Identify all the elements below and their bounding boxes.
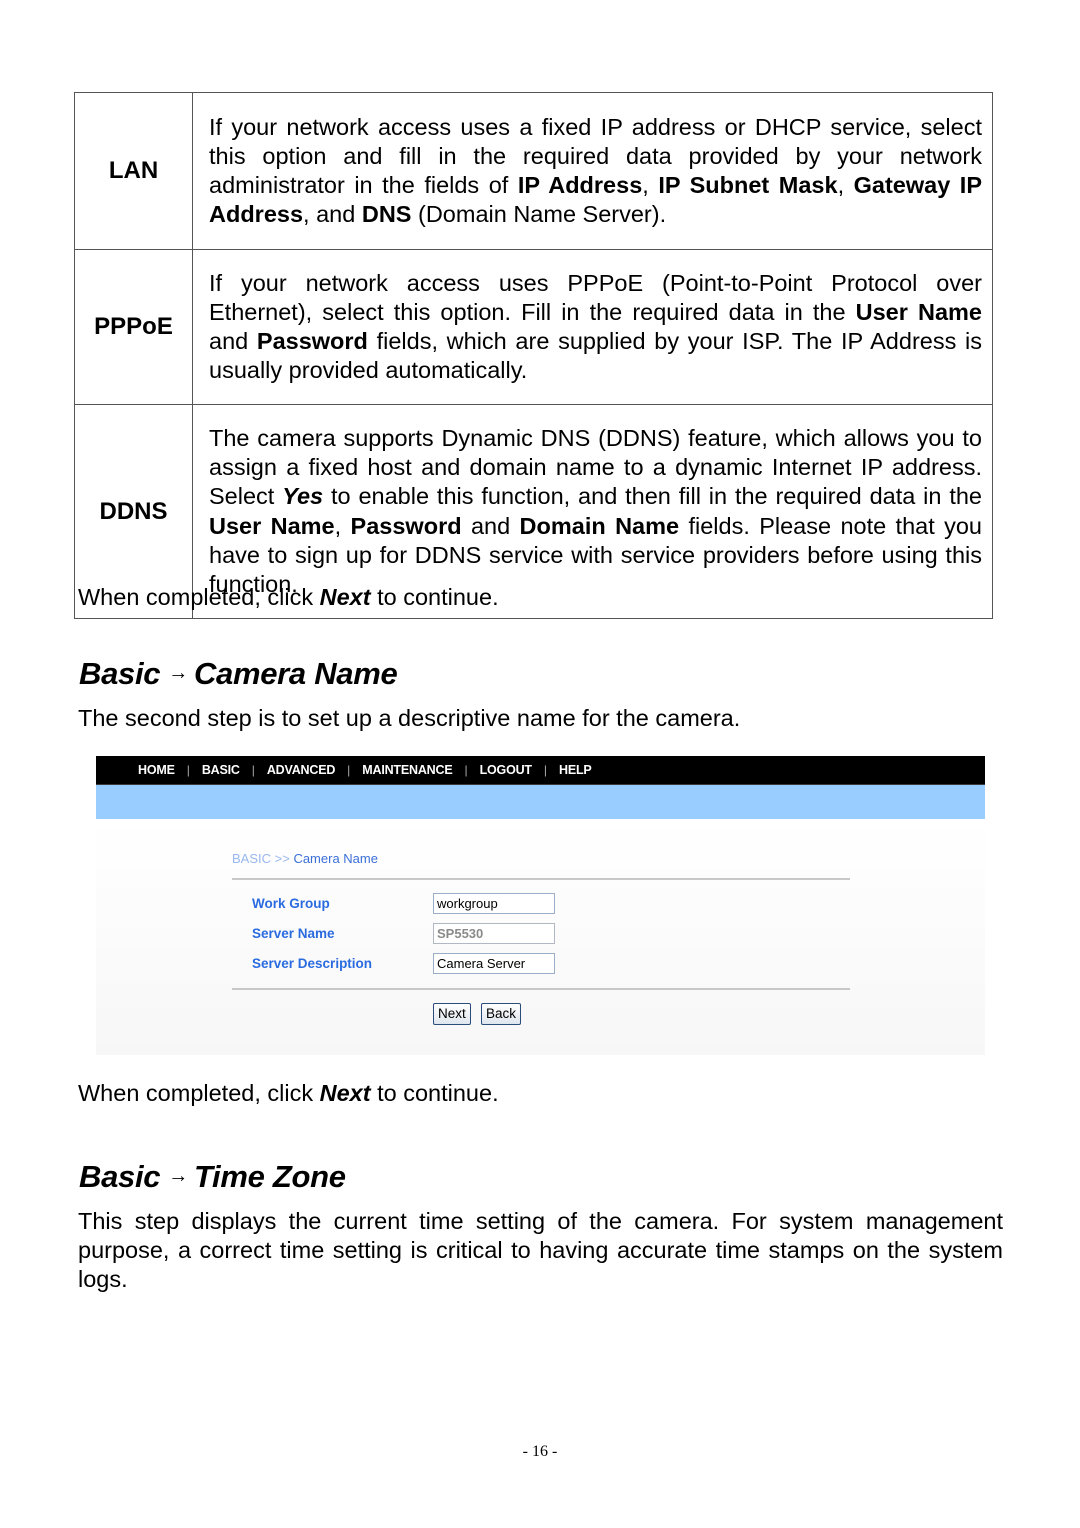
time-zone-intro: This step displays the current time sett… bbox=[78, 1208, 1003, 1292]
arrow-right-icon: → bbox=[168, 1165, 188, 1187]
option-term: PPPoE bbox=[74, 249, 193, 405]
work-group-label: Work Group bbox=[252, 896, 330, 911]
nav-home[interactable]: HOME bbox=[138, 763, 175, 777]
emphasized-term: User Name bbox=[855, 298, 982, 325]
page-number: - 16 - bbox=[522, 1443, 558, 1460]
nav-logout[interactable]: LOGOUT bbox=[480, 763, 532, 777]
work-group-input[interactable] bbox=[433, 893, 555, 914]
text-run: to enable this function, and then fill i… bbox=[323, 483, 983, 510]
top-nav-bar: HOME | BASIC | ADVANCED | MAINTENANCE | … bbox=[96, 756, 985, 784]
breadcrumb: BASIC >> Camera Name bbox=[232, 851, 378, 866]
text-run: , and bbox=[303, 201, 362, 228]
text-run: , bbox=[642, 172, 659, 198]
nav-separator: | bbox=[464, 763, 468, 777]
nav-separator: | bbox=[543, 763, 547, 777]
text-run: and bbox=[209, 328, 257, 354]
network-options-table: LAN If your network access uses a fixed … bbox=[74, 92, 993, 619]
next-emphasis: Next bbox=[319, 584, 371, 610]
option-description: If your network access uses a fixed IP a… bbox=[192, 92, 993, 250]
option-term: LAN bbox=[74, 92, 193, 250]
emphasized-term: Password bbox=[350, 512, 462, 539]
table-row-pppoe: PPPoE If your network access uses PPPoE … bbox=[74, 249, 993, 405]
divider bbox=[232, 988, 850, 990]
server-name-input bbox=[433, 923, 555, 944]
nav-separator: | bbox=[251, 763, 255, 777]
next-button[interactable]: Next bbox=[433, 1003, 471, 1025]
completed-instruction-1: When completed, click Next to continue. bbox=[78, 584, 499, 610]
emphasized-term: Password bbox=[256, 328, 368, 354]
emphasized-term: Yes bbox=[282, 483, 324, 510]
emphasized-term: User Name bbox=[209, 512, 335, 539]
divider bbox=[232, 878, 850, 880]
server-description-label: Server Description bbox=[252, 956, 373, 971]
breadcrumb-root[interactable]: BASIC bbox=[232, 851, 271, 866]
nav-basic[interactable]: BASIC bbox=[202, 763, 240, 777]
camera-name-intro: The second step is to set up a descripti… bbox=[78, 705, 741, 731]
next-emphasis: Next bbox=[319, 1080, 371, 1106]
text-run: , bbox=[837, 172, 854, 198]
nav-separator: | bbox=[186, 763, 190, 777]
breadcrumb-current: Camera Name bbox=[293, 851, 378, 866]
nav-help[interactable]: HELP bbox=[559, 763, 592, 777]
completed-instruction-2: When completed, click Next to continue. bbox=[78, 1080, 499, 1106]
camera-name-form: BASIC >> Camera Name Work Group Server N… bbox=[96, 819, 985, 1055]
breadcrumb-separator: >> bbox=[271, 851, 294, 866]
section-heading-camera-name: Basic → Camera Name bbox=[79, 656, 398, 691]
back-button[interactable]: Back bbox=[481, 1003, 522, 1025]
text-run: , bbox=[334, 512, 351, 539]
manual-page: LAN If your network access uses a fixed … bbox=[0, 0, 1080, 1528]
nav-separator: | bbox=[347, 763, 351, 777]
emphasized-term: IP Address bbox=[517, 172, 643, 198]
arrow-right-icon: → bbox=[168, 662, 188, 684]
server-description-input[interactable] bbox=[433, 953, 555, 974]
header-banner bbox=[96, 784, 985, 819]
section-heading-time-zone: Basic → Time Zone bbox=[79, 1159, 346, 1194]
server-name-label: Server Name bbox=[252, 926, 335, 941]
emphasized-term: DNS bbox=[361, 201, 412, 228]
emphasized-term: Domain Name bbox=[519, 512, 680, 539]
text-run: (Domain Name Server). bbox=[411, 201, 667, 228]
table-row-lan: LAN If your network access uses a fixed … bbox=[74, 92, 993, 250]
text-run: and bbox=[461, 512, 520, 539]
camera-name-screenshot: HOME | BASIC | ADVANCED | MAINTENANCE | … bbox=[96, 756, 985, 1055]
nav-advanced[interactable]: ADVANCED bbox=[267, 763, 336, 777]
emphasized-term: IP Subnet Mask bbox=[658, 172, 838, 198]
nav-maintenance[interactable]: MAINTENANCE bbox=[362, 763, 452, 777]
option-description: If your network access uses PPPoE (Point… bbox=[192, 249, 993, 405]
